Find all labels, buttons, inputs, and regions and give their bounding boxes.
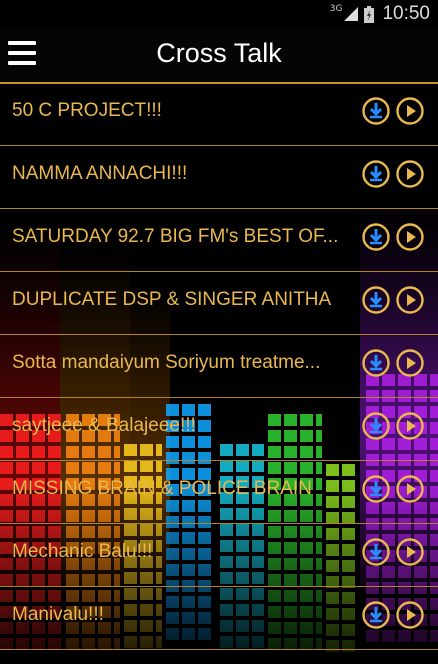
action-bar: Cross Talk — [0, 28, 438, 84]
list-item-title: DUPLICATE DSP & SINGER ANITHA — [12, 289, 332, 310]
list-item-title: Mechanic Balu!!! — [12, 541, 153, 562]
list-item-title: Sotta mandaiyum Soriyum treatme... — [12, 352, 321, 373]
episode-list[interactable]: 50 C PROJECT!!! NAMMA ANNACHI!!! SATURDAY … — [0, 84, 438, 664]
list-item[interactable]: MISSING BRAIN & POLICE BRAIN — [0, 462, 438, 524]
list-item-title: saytjeee & Balajeee!!! — [12, 415, 196, 436]
status-bar: 3G 10:50 — [0, 0, 438, 28]
signal-icon — [344, 7, 359, 21]
play-icon[interactable] — [396, 475, 424, 503]
list-item-title: 50 C PROJECT!!! — [12, 100, 162, 121]
download-icon[interactable] — [362, 349, 390, 377]
list-item-title: NAMMA ANNACHI!!! — [12, 163, 188, 184]
list-item[interactable]: Mechanic Balu!!! — [0, 525, 438, 587]
list-item[interactable]: 50 C PROJECT!!! — [0, 84, 438, 146]
download-icon[interactable] — [362, 412, 390, 440]
download-icon[interactable] — [362, 286, 390, 314]
download-icon[interactable] — [362, 160, 390, 188]
page-title: Cross Talk — [156, 38, 282, 68]
play-icon[interactable] — [396, 349, 424, 377]
clock: 10:50 — [382, 3, 430, 24]
play-icon[interactable] — [396, 160, 424, 188]
play-icon[interactable] — [396, 538, 424, 566]
list-item[interactable]: saytjeee & Balajeee!!! — [0, 399, 438, 461]
play-icon[interactable] — [396, 223, 424, 251]
list-item-title: SATURDAY 92.7 BIG FM's BEST OF... — [12, 226, 339, 247]
play-icon[interactable] — [396, 601, 424, 629]
list-item[interactable]: Sotta mandaiyum Soriyum treatme... — [0, 336, 438, 398]
download-icon[interactable] — [362, 475, 390, 503]
download-icon[interactable] — [362, 538, 390, 566]
list-item-title: MISSING BRAIN & POLICE BRAIN — [12, 478, 312, 499]
play-icon[interactable] — [396, 412, 424, 440]
list-item[interactable]: NAMMA ANNACHI!!! — [0, 147, 438, 209]
list-item[interactable]: Manivalu!!! — [0, 588, 438, 650]
list-item[interactable]: DUPLICATE DSP & SINGER ANITHA — [0, 273, 438, 335]
list-item[interactable]: SATURDAY 92.7 BIG FM's BEST OF... — [0, 210, 438, 272]
battery-icon — [364, 5, 375, 23]
network-type: 3G — [329, 4, 343, 14]
download-icon[interactable] — [362, 601, 390, 629]
list-item-title: Manivalu!!! — [12, 604, 104, 625]
play-icon[interactable] — [396, 286, 424, 314]
play-icon[interactable] — [396, 97, 424, 125]
download-icon[interactable] — [362, 223, 390, 251]
download-icon[interactable] — [362, 97, 390, 125]
